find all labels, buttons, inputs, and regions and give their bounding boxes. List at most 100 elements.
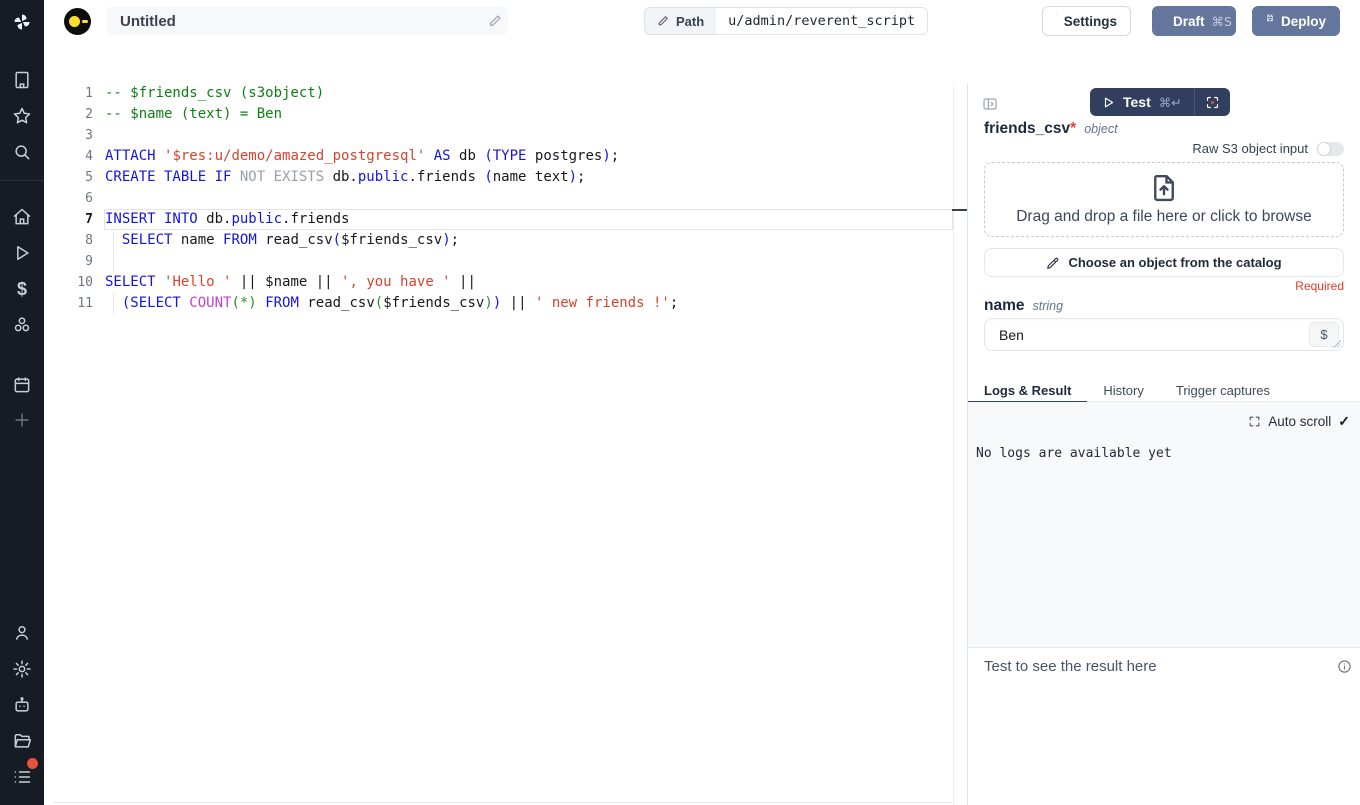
line-number: 6 [44, 188, 93, 209]
catalog-button-label: Choose an object from the catalog [1068, 255, 1281, 270]
auto-scroll-control[interactable]: Auto scroll ✓ [1248, 413, 1350, 430]
home-icon[interactable] [12, 207, 32, 227]
file-upload-icon [1149, 173, 1179, 203]
collapse-panel-icon[interactable] [982, 96, 998, 112]
tab-logs-result[interactable]: Logs & Result [968, 378, 1087, 402]
dropzone-text: Drag and drop a file here or click to br… [1016, 208, 1312, 226]
deploy-button[interactable]: Deploy [1252, 6, 1340, 36]
name-text-input[interactable]: Ben $ [984, 318, 1344, 351]
notification-dot [27, 758, 38, 769]
argument-friends-csv: friends_csv* object [984, 120, 1118, 138]
audit-logs-list-icon[interactable] [12, 767, 32, 787]
code-text: -- $friends_csv (s3object) [105, 83, 324, 104]
check-icon: ✓ [1338, 413, 1350, 430]
code-line-8[interactable]: 8 SELECT name FROM read_csv($friends_csv… [44, 230, 967, 251]
name-input-value: Ben [999, 327, 1309, 343]
raw-s3-toggle-row: Raw S3 object input [1192, 141, 1344, 156]
code-line-2[interactable]: 2 -- $name (text) = Ben [44, 104, 967, 125]
settings-label: Settings [1064, 14, 1117, 29]
code-text: INSERT INTO db.public.friends [105, 209, 349, 230]
eyedropper-icon [1046, 256, 1060, 270]
folders-icon[interactable] [12, 731, 32, 751]
sidebar-divider [0, 180, 44, 181]
arg-type: object [1084, 122, 1117, 136]
choose-object-catalog-button[interactable]: Choose an object from the catalog [984, 248, 1344, 277]
arg-name: name [984, 297, 1025, 315]
script-title-input[interactable]: Untitled [106, 7, 508, 35]
user-icon[interactable] [12, 623, 32, 643]
schedules-calendar-icon[interactable] [12, 375, 32, 395]
test-shortcut: ⌘↵ [1159, 95, 1182, 110]
settings-button[interactable]: Settings [1042, 6, 1131, 36]
arg-name: friends_csv* [984, 120, 1076, 138]
auto-scroll-label: Auto scroll [1268, 414, 1331, 429]
script-title: Untitled [120, 13, 176, 30]
argument-name: name string [984, 297, 1063, 315]
logs-panel: Auto scroll ✓ No logs are available yet [968, 402, 1360, 648]
code-line-3[interactable]: 3 [44, 125, 967, 146]
logs-empty-message: No logs are available yet [976, 446, 1172, 461]
line-number: 5 [44, 167, 93, 188]
line-number: 1 [44, 83, 93, 104]
result-tabs: Logs & Result History Trigger captures [968, 378, 1360, 402]
path-editor[interactable]: Path u/admin/reverent_script [644, 7, 928, 35]
code-line-7[interactable]: 7 INSERT INTO db.public.friends [44, 209, 967, 230]
play-icon [1102, 96, 1115, 109]
resize-grip[interactable] [1333, 340, 1341, 348]
windmill-logo-icon[interactable] [12, 12, 32, 32]
arg-type: string [1033, 299, 1064, 313]
add-plus-icon[interactable] [12, 410, 32, 430]
save-icon [1266, 14, 1274, 28]
line-number: 3 [44, 125, 93, 146]
tab-trigger-captures[interactable]: Trigger captures [1160, 378, 1286, 402]
edit-path-pencil-icon [657, 15, 669, 27]
favorites-star-icon[interactable] [12, 106, 32, 126]
path-label: Path [676, 14, 704, 29]
line-number: 11 [44, 293, 93, 314]
code-line-11[interactable]: 11 (SELECT COUNT(*) FROM read_csv($frien… [44, 293, 967, 314]
ai-bot-icon[interactable] [12, 695, 32, 715]
code-text: (SELECT COUNT(*) FROM read_csv($friends_… [105, 293, 678, 314]
code-line-4[interactable]: 4ATTACH '$res:u/demo/amazed_postgresql' … [44, 146, 967, 167]
code-text: CREATE TABLE IF NOT EXISTS db.public.fri… [105, 167, 585, 188]
line-number: 9 [44, 251, 93, 272]
test-button[interactable]: Test ⌘↵ [1090, 94, 1194, 110]
resources-icon[interactable] [12, 315, 32, 335]
code-text: -- $name (text) = Ben [105, 104, 282, 125]
raw-s3-toggle[interactable] [1317, 142, 1344, 156]
code-line-10[interactable]: 10SELECT 'Hello ' || $name || ', you hav… [44, 272, 967, 293]
path-chip[interactable]: Path [645, 8, 716, 34]
code-line-6[interactable]: 6 [44, 188, 967, 209]
cursor-position-mark [952, 209, 967, 211]
code-editor[interactable]: 1 -- $friends_csv (s3object) 2 -- $name (te… [44, 83, 967, 805]
duckdb-language-icon [64, 8, 91, 35]
test-button-group: Test ⌘↵ [1090, 88, 1230, 116]
code-line-9[interactable]: 9 [44, 251, 967, 272]
line-number: 8 [44, 230, 93, 251]
code-text: SELECT 'Hello ' || $name || ', you have … [105, 272, 476, 293]
info-icon[interactable] [1337, 659, 1352, 674]
edit-title-pencil-icon[interactable] [488, 14, 502, 28]
settings-gear-icon[interactable] [12, 659, 32, 679]
line-number: 2 [44, 104, 93, 125]
required-asterisk: * [1070, 120, 1076, 137]
file-dropzone[interactable]: Drag and drop a file here or click to br… [984, 162, 1344, 237]
expand-icon [1248, 415, 1261, 428]
result-placeholder-text: Test to see the result here [984, 658, 1337, 675]
required-label: Required [1295, 279, 1344, 293]
runs-play-icon[interactable] [12, 243, 32, 263]
variables-dollar-icon[interactable]: $ [12, 279, 32, 299]
code-line-1[interactable]: 1 -- $friends_csv (s3object) [44, 83, 967, 104]
draft-label: Draft [1173, 14, 1205, 29]
workspace-icon[interactable] [12, 70, 32, 90]
path-value: u/admin/reverent_script [716, 8, 927, 34]
capture-test-icon[interactable] [1195, 95, 1230, 110]
tab-history[interactable]: History [1087, 378, 1159, 402]
draft-button[interactable]: Draft ⌘S [1152, 6, 1236, 36]
code-text: SELECT name FROM read_csv($friends_csv); [105, 230, 459, 251]
settings-gear-icon [1056, 14, 1057, 29]
line-number: 7 [44, 209, 93, 230]
search-icon[interactable] [12, 142, 32, 162]
horizontal-scrollbar[interactable] [54, 802, 953, 803]
code-line-5[interactable]: 5 CREATE TABLE IF NOT EXISTS db.public.fr… [44, 167, 967, 188]
